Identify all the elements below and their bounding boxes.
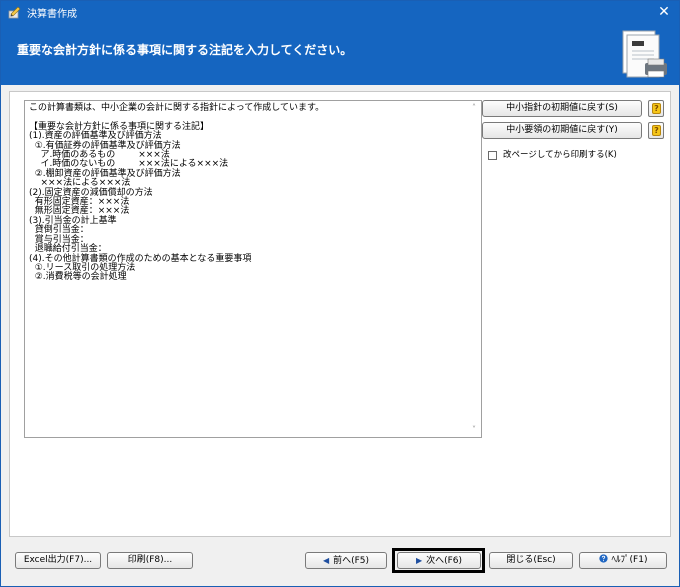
help-guidelines-button[interactable]: ?: [648, 100, 664, 117]
note-line: 貸倒引当金：: [29, 225, 89, 236]
page-instruction: 重要な会計方針に係る事項に関する注記を入力してください。: [17, 43, 353, 57]
question-circle-icon: [598, 554, 608, 563]
content-panel: この計算書類は、中小企業の会計に関する指針によって作成しています。 【重要な会計…: [9, 91, 671, 537]
window-title: 決算書作成: [27, 9, 77, 20]
wizard-header: 重要な会計方針に係る事項に関する注記を入力してください。: [1, 23, 679, 85]
note-text[interactable]: この計算書類は、中小企業の会計に関する指針によって作成しています。 【重要な会計…: [29, 103, 465, 283]
next-button[interactable]: ▶ 次へ(F6): [397, 552, 481, 569]
back-button[interactable]: ◀ 前へ(F5): [305, 552, 387, 569]
reset-sme-guidelines-button[interactable]: 中小指針の初期値に戻す(S): [482, 100, 642, 117]
vertical-scrollbar[interactable]: ˄ ˅: [467, 101, 481, 437]
help-badge-icon: ?: [652, 103, 661, 114]
scroll-down-icon[interactable]: ˅: [467, 423, 481, 437]
help-button[interactable]: ﾍﾙﾌﾟ(F1): [579, 552, 667, 569]
excel-export-button[interactable]: Excel出力(F7)...: [15, 552, 101, 569]
close-button[interactable]: 閉じる(Esc): [489, 552, 573, 569]
note-textarea[interactable]: この計算書類は、中小企業の会計に関する指針によって作成しています。 【重要な会計…: [24, 100, 482, 438]
help-badge-icon: ?: [652, 125, 661, 136]
next-arrow-icon: ▶: [415, 556, 423, 565]
next-label: 次へ(F6): [426, 556, 463, 566]
title-bar[interactable]: 決算書作成 ✕: [1, 1, 679, 23]
page-break-checkbox[interactable]: [488, 151, 497, 160]
close-icon[interactable]: ✕: [655, 3, 673, 21]
help-label: ﾍﾙﾌﾟ(F1): [611, 555, 648, 565]
note-line: (3).引当金の計上基準: [29, 215, 117, 226]
help-essentials-button[interactable]: ?: [648, 122, 664, 139]
back-arrow-icon: ◀: [322, 556, 330, 565]
dialog-window: 決算書作成 ✕ 重要な会計方針に係る事項に関する注記を入力してください。 この計…: [0, 0, 680, 587]
note-line: この計算書類は、中小企業の会計に関する指針によって作成しています。: [29, 103, 325, 113]
back-label: 前へ(F5): [333, 556, 370, 566]
print-button[interactable]: 印刷(F8)...: [107, 552, 193, 569]
scroll-up-icon[interactable]: ˄: [467, 101, 481, 115]
reset-sme-essentials-button[interactable]: 中小要領の初期値に戻す(Y): [482, 122, 642, 139]
page-break-label: 改ページしてから印刷する(K): [503, 150, 617, 160]
note-line: ②.消費税等の会計処理: [29, 272, 127, 283]
app-pencil-icon: [8, 6, 21, 19]
document-printer-icon: [622, 30, 667, 78]
